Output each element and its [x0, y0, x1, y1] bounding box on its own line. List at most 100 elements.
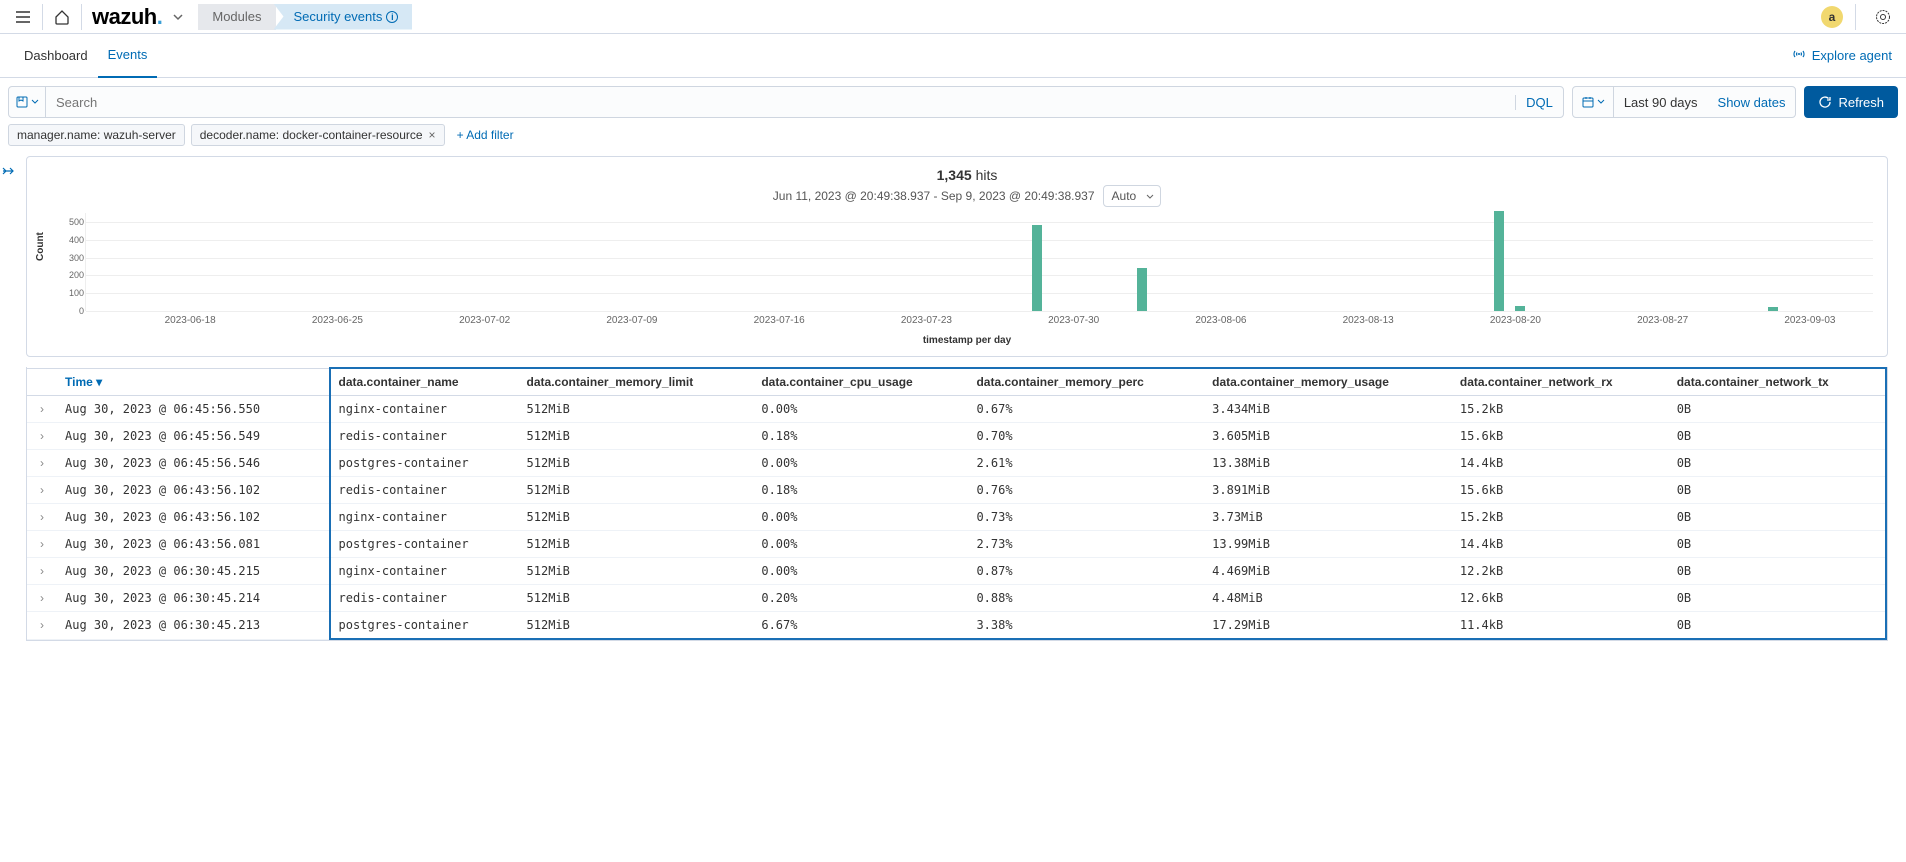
chevron-down-icon[interactable]	[168, 2, 188, 32]
add-filter-link[interactable]: + Add filter	[451, 128, 520, 142]
avatar[interactable]: a	[1821, 6, 1843, 28]
table-row[interactable]: ›Aug 30, 2023 @ 06:43:56.102nginx-contai…	[27, 504, 1886, 531]
calendar-icon[interactable]	[1573, 87, 1614, 117]
cell: 11.4kB	[1452, 612, 1669, 640]
logo[interactable]: wazuh.	[86, 4, 168, 30]
cell: postgres-container	[330, 450, 519, 477]
filter-chip[interactable]: manager.name: wazuh-server	[8, 124, 185, 146]
divider	[42, 4, 43, 30]
help-icon[interactable]	[1868, 2, 1898, 32]
expand-row-icon[interactable]: ›	[27, 558, 57, 585]
expand-row-icon[interactable]: ›	[27, 504, 57, 531]
cell: 15.6kB	[1452, 477, 1669, 504]
table-row[interactable]: ›Aug 30, 2023 @ 06:45:56.546postgres-con…	[27, 450, 1886, 477]
refresh-button[interactable]: Refresh	[1804, 86, 1898, 118]
menu-icon[interactable]	[8, 2, 38, 32]
table-row[interactable]: ›Aug 30, 2023 @ 06:45:56.549redis-contai…	[27, 423, 1886, 450]
cell: 2.61%	[968, 450, 1204, 477]
cell: nginx-container	[330, 504, 519, 531]
cell: 0B	[1669, 504, 1886, 531]
divider	[1855, 4, 1856, 30]
column-header[interactable]: data.container_memory_usage	[1204, 368, 1452, 396]
home-icon[interactable]	[47, 2, 77, 32]
tab-events[interactable]: Events	[98, 34, 158, 78]
cell: 512MiB	[519, 558, 754, 585]
cell: nginx-container	[330, 396, 519, 423]
date-picker[interactable]: Last 90 days Show dates	[1572, 86, 1797, 118]
histogram-bar[interactable]	[1137, 268, 1147, 311]
cell: Aug 30, 2023 @ 06:43:56.102	[57, 504, 330, 531]
cell: 3.434MiB	[1204, 396, 1452, 423]
expand-row-icon[interactable]: ›	[27, 396, 57, 423]
cell: postgres-container	[330, 612, 519, 640]
breadcrumb-modules[interactable]: Modules	[198, 4, 275, 30]
table-row[interactable]: ›Aug 30, 2023 @ 06:30:45.214redis-contai…	[27, 585, 1886, 612]
breadcrumb: Modules Security events i	[198, 4, 412, 30]
expand-column	[27, 368, 57, 396]
table-row[interactable]: ›Aug 30, 2023 @ 06:30:45.215nginx-contai…	[27, 558, 1886, 585]
info-icon[interactable]: i	[386, 11, 398, 23]
search-input[interactable]	[46, 95, 1515, 110]
cell: 6.67%	[753, 612, 968, 640]
expand-row-icon[interactable]: ›	[27, 450, 57, 477]
column-header[interactable]: data.container_memory_limit	[519, 368, 754, 396]
histogram-bar[interactable]	[1032, 225, 1042, 311]
x-tick: 2023-07-23	[901, 315, 952, 326]
show-dates-link[interactable]: Show dates	[1708, 95, 1796, 110]
y-tick: 0	[62, 306, 84, 316]
cell: Aug 30, 2023 @ 06:45:56.546	[57, 450, 330, 477]
expand-row-icon[interactable]: ›	[27, 612, 57, 640]
column-header[interactable]: data.container_cpu_usage	[753, 368, 968, 396]
tab-dashboard[interactable]: Dashboard	[14, 34, 98, 78]
dql-toggle[interactable]: DQL	[1515, 95, 1563, 110]
cell: 512MiB	[519, 450, 754, 477]
column-header[interactable]: data.container_network_rx	[1452, 368, 1669, 396]
histogram-chart[interactable]: Count 0100200300400500 2023-06-182023-06…	[61, 213, 1873, 333]
y-tick: 500	[62, 217, 84, 227]
x-tick: 2023-07-02	[459, 315, 510, 326]
explore-agent-link[interactable]: Explore agent	[1792, 47, 1892, 64]
cell: 15.2kB	[1452, 396, 1669, 423]
cell: 14.4kB	[1452, 531, 1669, 558]
cell: Aug 30, 2023 @ 06:45:56.550	[57, 396, 330, 423]
cell: 12.2kB	[1452, 558, 1669, 585]
cell: 0.00%	[753, 558, 968, 585]
expand-row-icon[interactable]: ›	[27, 423, 57, 450]
cell: 512MiB	[519, 585, 754, 612]
column-header[interactable]: Time ▾	[57, 368, 330, 396]
cell: 0.88%	[968, 585, 1204, 612]
sidebar-toggle-icon[interactable]	[2, 164, 16, 181]
column-header[interactable]: data.container_name	[330, 368, 519, 396]
close-icon[interactable]: ×	[429, 128, 436, 142]
histogram-bar[interactable]	[1494, 211, 1504, 311]
x-tick: 2023-08-06	[1195, 315, 1246, 326]
table-row[interactable]: ›Aug 30, 2023 @ 06:45:56.550nginx-contai…	[27, 396, 1886, 423]
results-table: Time ▾data.container_namedata.container_…	[26, 367, 1888, 641]
cell: Aug 30, 2023 @ 06:30:45.215	[57, 558, 330, 585]
filter-chip[interactable]: decoder.name: docker-container-resource …	[191, 124, 445, 146]
cell: 2.73%	[968, 531, 1204, 558]
cell: 3.605MiB	[1204, 423, 1452, 450]
x-tick: 2023-08-20	[1490, 315, 1541, 326]
cell: 0.76%	[968, 477, 1204, 504]
expand-row-icon[interactable]: ›	[27, 585, 57, 612]
cell: 0B	[1669, 477, 1886, 504]
expand-row-icon[interactable]: ›	[27, 531, 57, 558]
interval-select[interactable]: Auto	[1103, 185, 1162, 207]
cell: 0.00%	[753, 531, 968, 558]
column-header[interactable]: data.container_network_tx	[1669, 368, 1886, 396]
expand-row-icon[interactable]: ›	[27, 477, 57, 504]
top-bar: wazuh. Modules Security events i a	[0, 0, 1906, 34]
filter-label: manager.name: wazuh-server	[17, 128, 176, 142]
table-row[interactable]: ›Aug 30, 2023 @ 06:43:56.081postgres-con…	[27, 531, 1886, 558]
filter-label: decoder.name: docker-container-resource	[200, 128, 423, 142]
breadcrumb-security-events[interactable]: Security events i	[274, 4, 413, 30]
column-header[interactable]: data.container_memory_perc	[968, 368, 1204, 396]
table-row[interactable]: ›Aug 30, 2023 @ 06:43:56.102redis-contai…	[27, 477, 1886, 504]
cell: 15.2kB	[1452, 504, 1669, 531]
table-row[interactable]: ›Aug 30, 2023 @ 06:30:45.213postgres-con…	[27, 612, 1886, 640]
cell: 4.469MiB	[1204, 558, 1452, 585]
cell: 4.48MiB	[1204, 585, 1452, 612]
saved-query-button[interactable]	[9, 87, 46, 117]
x-tick: 2023-06-18	[165, 315, 216, 326]
